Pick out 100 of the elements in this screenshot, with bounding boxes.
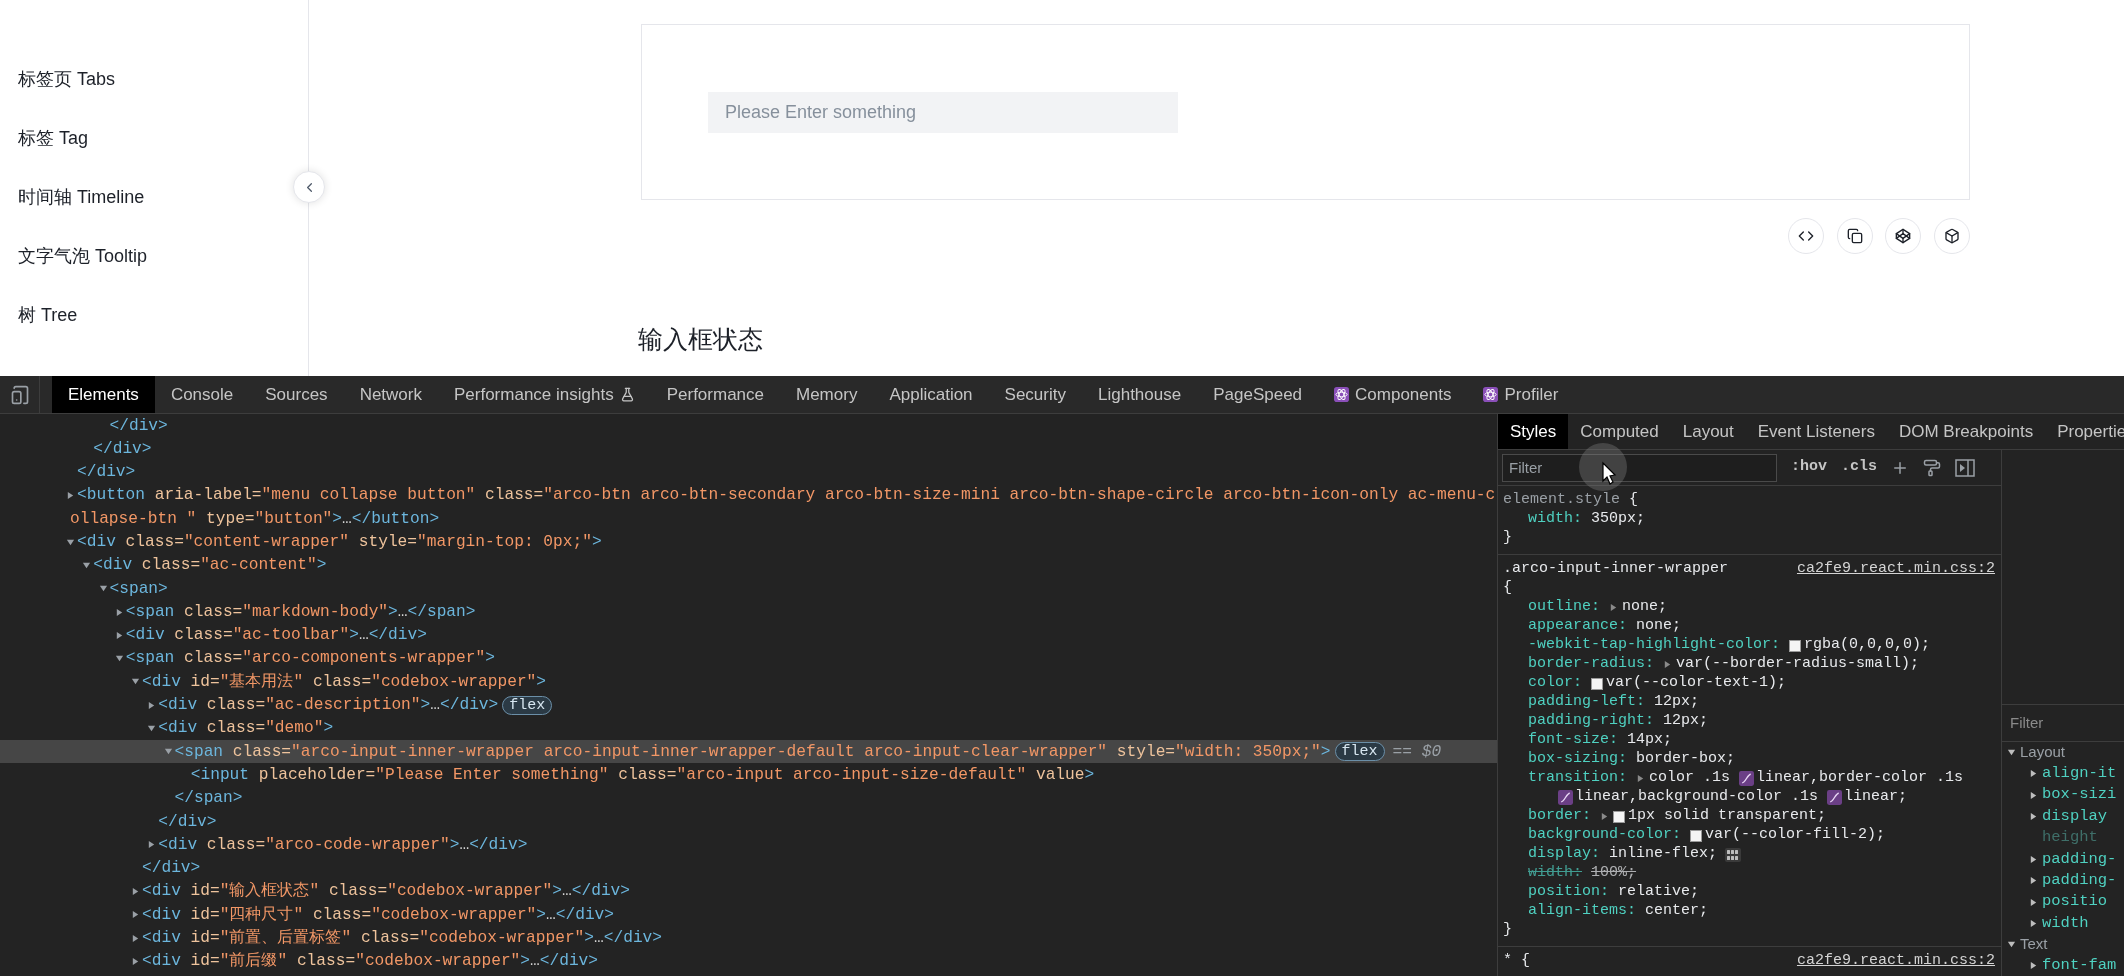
devtools-tab[interactable]: Elements xyxy=(52,376,155,413)
expand-triangle-icon[interactable] xyxy=(1609,603,1618,612)
property-name: align-items: xyxy=(1528,901,1637,922)
device-toolbar-icon[interactable] xyxy=(9,384,30,405)
expand-arrow-icon[interactable] xyxy=(2029,790,2038,800)
sidebar-item[interactable]: 标签 Tag xyxy=(0,109,270,168)
color-swatch[interactable] xyxy=(1591,677,1603,690)
sidebar-item[interactable]: 树 Tree xyxy=(0,286,270,345)
expand-arrow-icon[interactable] xyxy=(66,491,75,501)
brace: { xyxy=(1503,578,1512,599)
devtools-tab[interactable]: Sources xyxy=(249,376,344,413)
expand-arrow-icon[interactable] xyxy=(2029,961,2038,971)
expand-triangle-icon[interactable] xyxy=(1663,660,1673,669)
dom-tree-row[interactable]: <div id="前后缀" class="codebox-wrapper">…</div> xyxy=(0,949,1497,974)
easing-curve-icon[interactable] xyxy=(1739,771,1755,786)
devtools-tab[interactable]: Performance xyxy=(650,376,780,413)
expand-arrow-icon[interactable] xyxy=(2029,854,2038,864)
collapse-arrow-icon[interactable] xyxy=(98,584,108,594)
dom-tree-row[interactable]: <div id="前置、后置标签" class="codebox-wrapper">…</div> xyxy=(0,926,1497,950)
dom-tree-row[interactable]: <div class="ac-toolbar">…</div> xyxy=(0,623,1497,647)
sidebar-tab[interactable]: Event Listeners xyxy=(1745,414,1887,449)
dom-node-text: <span class="markdown-body">…</span> xyxy=(125,601,476,623)
sidebar-tab[interactable]: Layout xyxy=(1670,414,1746,449)
expand-triangle-icon[interactable] xyxy=(1600,812,1609,821)
expand-arrow-icon[interactable] xyxy=(2029,769,2038,779)
devtools-tab[interactable]: Security xyxy=(988,376,1082,413)
expand-arrow-icon[interactable] xyxy=(131,887,140,897)
expand-arrow-icon[interactable] xyxy=(147,700,157,710)
collapse-arrow-icon[interactable] xyxy=(131,677,140,687)
sandbox-button[interactable] xyxy=(1934,218,1970,254)
devtools-tab[interactable]: Application xyxy=(873,376,989,413)
devtools-tab[interactable]: Profiler xyxy=(1467,376,1575,413)
sidebar-toggle-icon[interactable] xyxy=(1955,458,1976,477)
codepen-button[interactable] xyxy=(1885,218,1922,254)
source-link[interactable]: ca2fe9.react.min.css:2 xyxy=(1796,949,1995,973)
dom-tree-row[interactable]: <div id="四种尺寸" class="codebox-wrapper">…</div> xyxy=(0,903,1497,927)
property-name: width: xyxy=(1528,509,1582,530)
dom-tree-row[interactable]: <div id="基本用法" class="codebox-wrapper"> xyxy=(0,670,1497,694)
dom-tree-row[interactable]: <span class="arco-components-wrapper"> xyxy=(0,646,1497,671)
dom-tree-row[interactable]: <input placeholder="Please Enter something" class="arco-input arco-input-size-default" value> xyxy=(0,763,1497,787)
collapse-arrow-icon[interactable] xyxy=(82,560,92,570)
dom-tree-row[interactable]: <span> xyxy=(0,577,1497,601)
expand-arrow-icon[interactable] xyxy=(131,956,140,966)
computed-filter-field[interactable]: Filter xyxy=(2010,711,2110,735)
devtools-tab[interactable]: Console xyxy=(154,376,250,413)
sidebar-item[interactable]: 时间轴 Timeline xyxy=(0,168,270,227)
rule-selector: element.style xyxy=(1503,489,1621,510)
easing-curve-icon[interactable] xyxy=(1558,790,1573,805)
collapse-arrow-icon[interactable] xyxy=(114,654,124,664)
dom-tree-row[interactable]: <div class="arco-code-wrapper">…</div> xyxy=(0,833,1497,857)
sidebar-item[interactable]: 文字气泡 Tooltip xyxy=(0,227,270,286)
expand-triangle-icon[interactable] xyxy=(1636,774,1646,783)
sidebar-item[interactable]: 标签页 Tabs xyxy=(0,50,270,109)
collapse-arrow-icon[interactable] xyxy=(2007,940,2016,950)
dom-tree-row[interactable]: <div class="content-wrapper" style="margin-top: 0px;"> xyxy=(0,530,1497,554)
copy-button[interactable] xyxy=(1836,218,1873,254)
flexbox-editor-icon[interactable] xyxy=(1725,847,1742,862)
flex-badge[interactable]: flex xyxy=(502,695,553,715)
dom-tree-row[interactable]: <span class="markdown-body">…</span> xyxy=(0,600,1497,624)
devtools-tab[interactable]: Components xyxy=(1318,376,1468,413)
input-field[interactable]: Please Enter something xyxy=(708,92,1178,133)
styles-filter-field[interactable]: Filter xyxy=(1502,453,1777,482)
toggle-button[interactable]: :hov xyxy=(1791,456,1827,479)
expand-arrow-icon[interactable] xyxy=(114,630,124,640)
color-swatch[interactable] xyxy=(1789,639,1802,652)
devtools-tab[interactable]: Memory xyxy=(780,376,874,413)
dom-tree-row[interactable]: <div class="demo"> xyxy=(0,716,1497,741)
closing-tag: </span> xyxy=(174,786,243,811)
collapse-arrow-icon[interactable] xyxy=(147,724,157,733)
dom-tree-row[interactable]: <button aria-label="menu collapse button" class="arco-btn arco-btn-secondary arco-btn-size-mini arco-btn-shape-circle arco-btn-icon-only ac-menu-c xyxy=(0,483,1497,508)
dom-tree-row[interactable]: <div class="ac-content"> xyxy=(0,553,1497,578)
expand-arrow-icon[interactable] xyxy=(131,910,140,920)
dom-tree-row[interactable]: <div class="ac-description">…</div> flex xyxy=(0,693,1497,717)
dom-tree-row[interactable]: <div id="输入框状态" class="codebox-wrapper">…</div> xyxy=(0,879,1497,904)
devtools-tab[interactable]: Performance insights xyxy=(438,376,651,413)
expand-arrow-icon[interactable] xyxy=(2029,918,2038,928)
expand-arrow-icon[interactable] xyxy=(2029,876,2038,886)
expand-arrow-icon[interactable] xyxy=(2029,897,2038,907)
paint-roller-icon[interactable] xyxy=(1923,458,1942,477)
expand-arrow-icon[interactable] xyxy=(147,840,157,850)
sidebar-tab[interactable]: Styles xyxy=(1498,414,1569,449)
easing-curve-icon[interactable] xyxy=(1827,790,1843,805)
sidebar-tab[interactable]: DOM Breakpoints xyxy=(1886,414,2046,449)
expand-arrow-icon[interactable] xyxy=(131,933,140,943)
devtools-tab[interactable]: PageSpeed xyxy=(1197,376,1319,413)
color-swatch[interactable] xyxy=(1613,810,1625,823)
sidebar-tab[interactable]: Computed xyxy=(1568,414,1671,449)
devtools-tab[interactable]: Network xyxy=(343,376,438,413)
source-link[interactable]: ca2fe9.react.min.css:2 xyxy=(1796,557,1995,581)
collapse-arrow-icon[interactable] xyxy=(66,537,75,547)
toggle-button[interactable]: .cls xyxy=(1841,456,1878,479)
color-swatch[interactable] xyxy=(1690,829,1703,842)
expand-arrow-icon[interactable] xyxy=(114,607,124,617)
collapse-arrow-icon[interactable] xyxy=(2007,748,2016,757)
expand-arrow-icon[interactable] xyxy=(2029,811,2038,821)
code-button[interactable] xyxy=(1787,218,1824,254)
flex-badge[interactable]: flex xyxy=(1334,742,1385,762)
collapse-arrow-icon[interactable] xyxy=(163,747,173,757)
dom-tree-row[interactable]: <span class="arco-input-inner-wrapper arco-input-inner-wrapper-default arco-input-clear-wrapper" style="width: 350px;"> flex == $0 xyxy=(0,740,1497,764)
devtools-tab[interactable]: Lighthouse xyxy=(1082,376,1198,413)
